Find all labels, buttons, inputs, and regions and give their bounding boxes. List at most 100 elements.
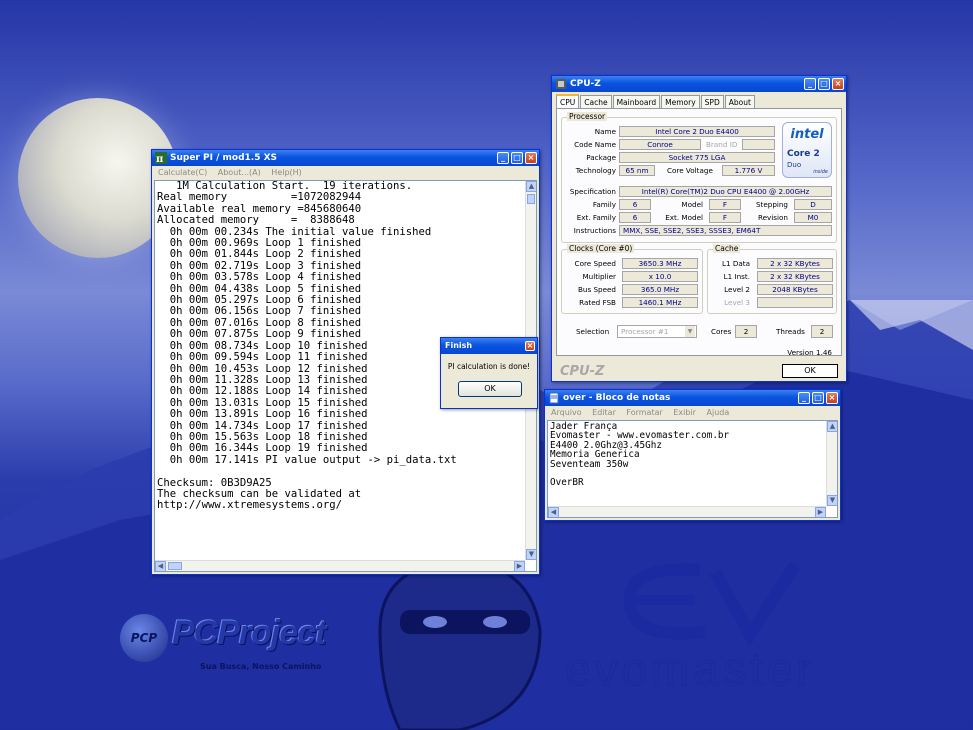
menu-ajuda[interactable]: Ajuda (707, 408, 730, 417)
name-label: Name (594, 127, 616, 136)
notepad-close-button[interactable]: × (826, 392, 838, 404)
menu-help[interactable]: Help(H) (271, 168, 302, 177)
notepad-scroll-up-button[interactable]: ▲ (827, 421, 837, 432)
close-button[interactable]: × (525, 152, 537, 164)
scroll-right-button[interactable]: ▶ (514, 561, 525, 571)
superpi-output-line: http://www.xtremesystems.org/ (157, 499, 342, 512)
superpi-output-text: 1M Calculation Start. 19 iterations. Real… (157, 181, 457, 512)
menu-arquivo[interactable]: Arquivo (551, 408, 582, 417)
l1d-label: L1 Data (721, 259, 750, 268)
notepad-minimize-button[interactable]: _ (798, 392, 810, 404)
codename-label: Code Name (574, 140, 616, 149)
scroll-up-button[interactable]: ▲ (526, 181, 536, 192)
tab-cpu[interactable]: CPU (556, 94, 580, 109)
intel-core2-logo: intel Core 2 Duo inside (782, 122, 832, 178)
fsb-value: 1460.1 MHz (622, 297, 698, 308)
notepad-app-icon (549, 392, 559, 404)
cores-label: Cores (711, 327, 732, 336)
cpuz-maximize-button[interactable]: □ (818, 78, 830, 90)
package-label: Package (586, 153, 616, 162)
notepad-horizontal-scrollbar[interactable]: ◀ ▶ (548, 506, 826, 517)
superpi-output-line (157, 466, 457, 477)
notepad-window: over - Bloco de notas _ □ × Arquivo Edit… (544, 389, 841, 521)
cpuz-tab-panel: Processor Name Intel Core 2 Duo E4400 Co… (556, 108, 842, 356)
notepad-scroll-left-button[interactable]: ◀ (548, 507, 559, 517)
finish-ok-button[interactable]: OK (458, 381, 522, 397)
extmodel-value: F (709, 212, 741, 223)
brandid-label: Brand ID (706, 140, 738, 149)
l3-label: Level 3 (724, 298, 750, 307)
cpuz-ok-button[interactable]: OK (782, 364, 838, 378)
hscroll-thumb[interactable] (168, 562, 182, 570)
finish-close-button[interactable]: × (525, 341, 535, 351)
superpi-app-icon: π (155, 152, 167, 164)
superpi-titlebar[interactable]: π Super PI / mod1.5 XS _ □ × (152, 150, 539, 166)
notepad-vertical-scrollbar[interactable]: ▲ ▼ (826, 421, 837, 506)
menu-exibir[interactable]: Exibir (673, 408, 696, 417)
package-value: Socket 775 LGA (619, 152, 775, 163)
evomaster-logo: evomaster (560, 560, 860, 700)
l2-label: Level 2 (724, 285, 750, 294)
menu-calculate[interactable]: Calculate(C) (158, 168, 207, 177)
stepping-value: D (794, 199, 832, 210)
processor-group: Processor Name Intel Core 2 Duo E4400 Co… (561, 112, 837, 243)
threads-value: 2 (811, 325, 833, 338)
finish-message: PI calculation is done! (447, 362, 531, 371)
menu-editar[interactable]: Editar (592, 408, 616, 417)
cores-value: 2 (735, 325, 757, 338)
superpi-output-line: 0h 00m 13.891s Loop 16 finished (157, 408, 368, 421)
notepad-scroll-right-button[interactable]: ▶ (815, 507, 826, 517)
selection-dropdown[interactable]: Processor #1 ▼ (617, 325, 697, 338)
cpuz-titlebar[interactable]: CPU-Z _ □ × (552, 76, 846, 92)
menu-about[interactable]: About...(A) (218, 168, 261, 177)
notepad-line: Seventeam 350w (550, 458, 629, 470)
cpuz-title: CPU-Z (570, 79, 601, 89)
notepad-line: OverBR (550, 477, 584, 489)
specification-value: Intel(R) Core(TM)2 Duo CPU E4400 @ 2.00G… (619, 186, 832, 197)
intel-inside: inside (813, 169, 828, 175)
multiplier-label: Multiplier (582, 272, 616, 281)
selection-label: Selection (576, 327, 610, 336)
extfamily-value: 6 (619, 212, 651, 223)
menu-formatar[interactable]: Formatar (626, 408, 662, 417)
cache-group: Cache L1 Data 2 x 32 KBytes L1 Inst. 2 x… (707, 244, 837, 314)
revision-value: M0 (794, 212, 832, 223)
model-label: Model (681, 200, 703, 209)
cpuz-minimize-button[interactable]: _ (804, 78, 816, 90)
cpuz-close-button[interactable]: × (832, 78, 844, 90)
minimize-button[interactable]: _ (497, 152, 509, 164)
l3-value (757, 297, 833, 308)
notepad-titlebar[interactable]: over - Bloco de notas _ □ × (545, 390, 840, 406)
l2-value: 2048 KBytes (757, 284, 833, 295)
technology-label: Technology (575, 166, 616, 175)
tab-mainboard[interactable]: Mainboard (612, 95, 661, 108)
finish-title: Finish (445, 341, 473, 350)
horizontal-scrollbar[interactable]: ◀ ▶ (155, 560, 525, 571)
tab-memory[interactable]: Memory (661, 95, 700, 108)
tab-cache[interactable]: Cache (580, 95, 612, 108)
cpuz-brand: CPU-Z (560, 364, 605, 379)
superpi-output-line: 0h 00m 07.875s Loop 9 finished (157, 328, 362, 341)
finish-titlebar[interactable]: Finish × (441, 338, 537, 354)
tab-about[interactable]: About (724, 95, 755, 108)
notepad-maximize-button[interactable]: □ (812, 392, 824, 404)
superpi-output-line: Allocated memory = 8388648 (157, 214, 355, 227)
cache-group-label: Cache (713, 244, 741, 253)
finish-dialog: Finish × PI calculation is done! OK (440, 337, 538, 409)
l1i-value: 2 x 32 KBytes (757, 271, 833, 282)
clocks-group-label: Clocks (Core #0) (567, 244, 635, 253)
extfamily-label: Ext. Family (576, 213, 616, 222)
maximize-button[interactable]: □ (511, 152, 523, 164)
extmodel-label: Ext. Model (665, 213, 703, 222)
superpi-menubar: Calculate(C) About...(A) Help(H) (154, 167, 537, 179)
notepad-text-area[interactable]: Jader França Evomaster - www.evomaster.co… (547, 420, 838, 518)
scroll-thumb[interactable] (527, 194, 535, 204)
tab-spd[interactable]: SPD (700, 95, 724, 108)
intel-product: Core 2 (787, 149, 820, 159)
chevron-down-icon: ▼ (685, 326, 695, 337)
scroll-down-button[interactable]: ▼ (526, 549, 536, 560)
notepad-scroll-down-button[interactable]: ▼ (827, 495, 837, 506)
multiplier-value: x 10.0 (622, 271, 698, 282)
selection-value: Processor #1 (621, 327, 669, 336)
scroll-left-button[interactable]: ◀ (155, 561, 166, 571)
